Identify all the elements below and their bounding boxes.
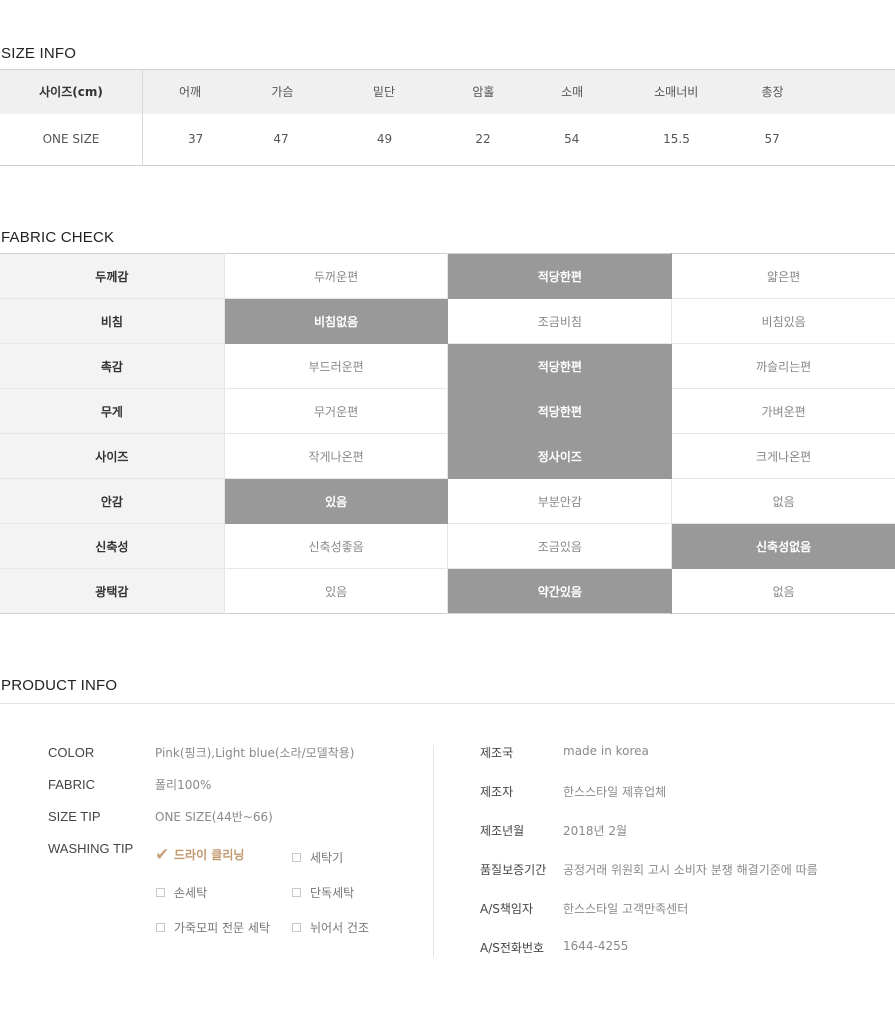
warranty-value: 공정거래 위원회 고시 소비자 분쟁 해결기준에 따름 [563, 863, 818, 877]
checkbox-icon [292, 888, 301, 897]
fabric-option: 가벼운편 [671, 388, 895, 434]
size-value: 57 [764, 132, 780, 147]
fabric-option: 두꺼운편 [224, 253, 449, 299]
size-col-header: 암홀 [472, 85, 495, 100]
product-info-title: PRODUCT INFO [1, 677, 118, 694]
fabric-option: 무거운편 [224, 388, 449, 434]
fabric-option-selected: 비침없음 [224, 298, 449, 344]
fabric-option: 작게나온편 [224, 433, 449, 479]
fabric-option: 조금있음 [447, 523, 673, 569]
fabric-option-selected: 신축성없음 [671, 523, 895, 569]
size-tip-label: SIZE TIP [48, 809, 101, 824]
size-col-header: 총장 [761, 85, 784, 100]
column-divider [433, 745, 434, 957]
size-col-header: 가슴 [271, 85, 294, 100]
color-value: Pink(핑크),Light blue(소라/모델착용) [155, 746, 355, 760]
fabric-row-label: 무게 [0, 388, 225, 434]
fabric-option: 얇은편 [671, 253, 895, 299]
checkbox-icon [156, 888, 165, 897]
checkbox-icon [156, 923, 165, 932]
washing-hand-wash[interactable]: 손세탁 [156, 884, 207, 901]
fabric-option: 크게나온편 [671, 433, 895, 479]
fabric-option-selected: 적당한편 [447, 388, 673, 434]
washing-dry-cleaning[interactable]: ✔ 드라이 클리닝 [155, 846, 244, 863]
fabric-option-selected: 있음 [224, 478, 449, 524]
fabric-option: 부분안감 [447, 478, 673, 524]
maker-value: 한스스타일 제휴업체 [563, 785, 667, 799]
divider [0, 703, 895, 704]
size-value: 37 [188, 132, 204, 147]
fabric-row-label: 신축성 [0, 523, 225, 569]
washing-flat-dry[interactable]: 뉘어서 건조 [292, 919, 369, 936]
fabric-row-label: 안감 [0, 478, 225, 524]
fabric-row: 광택감 있음 약간있음 없음 [0, 568, 895, 614]
origin-label: 제조국 [480, 746, 514, 760]
fabric-option-selected: 적당한편 [447, 253, 673, 299]
fabric-option: 없음 [671, 478, 895, 524]
fabric-option: 조금비침 [447, 298, 673, 344]
as-manager-label: A/S책임자 [480, 902, 533, 916]
size-value-row: ONE SIZE 37 47 49 22 54 15.5 57 [0, 113, 895, 166]
fabric-check-table: 두께감 두꺼운편 적당한편 얇은편 비침 비침없음 조금비침 비침있음 촉감 부드러운편 적당한편 까… [0, 253, 895, 614]
fabric-option: 비침있음 [671, 298, 895, 344]
fabric-row-label: 촉감 [0, 343, 225, 389]
fabric-row: 신축성 신축성좋음 조금있음 신축성없음 [0, 523, 895, 569]
fabric-option-selected: 정사이즈 [447, 433, 673, 479]
washing-machine[interactable]: 세탁기 [292, 849, 343, 866]
as-phone-label: A/S전화번호 [480, 941, 545, 955]
fabric-option-selected: 약간있음 [447, 568, 673, 614]
maker-label: 제조자 [480, 785, 514, 799]
fabric-option: 부드러운편 [224, 343, 449, 389]
date-label: 제조년월 [480, 824, 525, 838]
fabric-row: 촉감 부드러운편 적당한편 까슬리는편 [0, 343, 895, 389]
size-col-header: 어깨 [179, 85, 202, 100]
origin-value: made in korea [563, 744, 649, 758]
as-phone-value: 1644-4255 [563, 939, 629, 953]
color-label: COLOR [48, 745, 95, 760]
fabric-option: 까슬리는편 [671, 343, 895, 389]
size-info-title: SIZE INFO [1, 45, 77, 62]
size-value: 15.5 [663, 132, 690, 147]
fabric-row: 무게 무거운편 적당한편 가벼운편 [0, 388, 895, 434]
washing-leather-fur[interactable]: 가죽모피 전문 세탁 [156, 919, 270, 936]
washing-separate[interactable]: 단독세탁 [292, 884, 354, 901]
fabric-option: 있음 [224, 568, 449, 614]
size-value: 49 [376, 132, 393, 147]
checkbox-icon [292, 853, 301, 862]
fabric-option: 없음 [772, 584, 795, 599]
fabric-row-label: 두께감 [0, 253, 225, 299]
size-col-header: 소매너비 [654, 85, 699, 100]
fabric-row: 안감 있음 부분안감 없음 [0, 478, 895, 524]
fabric-value: 폴리100% [155, 778, 212, 792]
date-value: 2018년 2월 [563, 824, 628, 838]
fabric-label: FABRIC [48, 777, 95, 792]
checkbox-icon [292, 923, 301, 932]
size-col-header: 소매 [561, 85, 584, 100]
as-manager-value: 한스스타일 고객만족센터 [563, 902, 689, 916]
fabric-row-label: 광택감 [0, 568, 225, 614]
fabric-row-label: 사이즈 [0, 433, 225, 479]
size-header-label: 사이즈(cm) [0, 69, 143, 114]
fabric-row-label: 비침 [0, 298, 225, 344]
size-header-row: 사이즈(cm) 어깨 가슴 밑단 암홀 소매 소매너비 총장 [0, 69, 895, 114]
washing-tip-label: WASHING TIP [48, 841, 134, 856]
size-value: 54 [564, 132, 580, 147]
size-col-header: 밑단 [372, 85, 396, 100]
size-row-label: ONE SIZE [0, 113, 143, 166]
fabric-row: 사이즈 작게나온편 정사이즈 크게나온편 [0, 433, 895, 479]
fabric-row: 비침 비침없음 조금비침 비침있음 [0, 298, 895, 344]
fabric-option-selected: 적당한편 [447, 343, 673, 389]
fabric-row: 두께감 두꺼운편 적당한편 얇은편 [0, 253, 895, 299]
warranty-label: 품질보증기간 [480, 863, 547, 877]
fabric-option: 신축성좋음 [224, 523, 449, 569]
checkmark-icon: ✔ [155, 844, 170, 865]
size-value: 47 [273, 132, 289, 147]
size-value: 22 [475, 132, 491, 147]
size-tip-value: ONE SIZE(44반~66) [155, 810, 273, 824]
size-info-table: 사이즈(cm) 어깨 가슴 밑단 암홀 소매 소매너비 총장 ONE SIZE … [0, 69, 895, 166]
fabric-check-title: FABRIC CHECK [1, 229, 115, 246]
